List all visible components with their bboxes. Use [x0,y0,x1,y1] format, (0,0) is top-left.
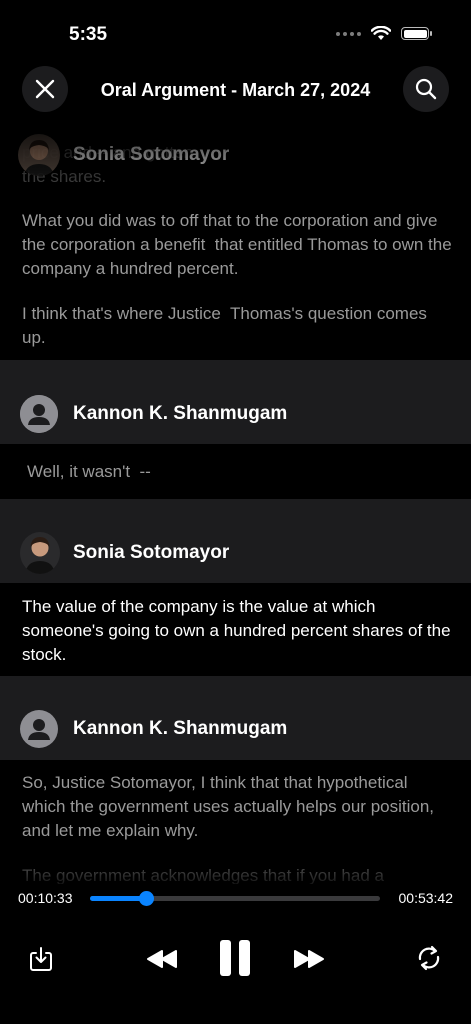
status-time: 5:35 [69,24,108,45]
person-icon [28,404,50,425]
status-icons [336,26,432,41]
battery-icon [401,27,432,40]
avatar [20,710,58,748]
header: Oral Argument - March 27, 2024 [0,66,471,118]
speaker-name: Kannon K. Shanmugam [73,718,288,739]
pause-icon [220,940,250,976]
speaker-photo-icon [20,532,60,574]
speaker-name: Kannon K. Shanmugam [73,403,288,424]
download-icon [30,947,52,971]
speaker-photo-icon [18,134,60,176]
repeat-icon [418,945,440,971]
fast-forward-icon [294,950,324,968]
repeat-button[interactable] [414,943,444,973]
avatar [18,134,60,176]
transcript-paragraph-active: The value of the company is the value at… [22,597,456,664]
avatar [20,532,60,574]
transcript-paragraph: Well, it wasn't -- [27,462,151,481]
transcript-paragraph: What you did was to off that to the corp… [22,211,457,278]
speaker-name: Sonia Sotomayor [73,144,230,165]
status-bar: 5:35 [0,0,471,60]
audio-player: 00:10:33 00:53:42 [0,884,471,1024]
speaker-header [0,360,471,444]
current-time: 00:10:33 [18,890,73,906]
avatar [20,395,58,433]
progress-thumb[interactable] [139,891,155,906]
person-icon [28,719,50,740]
speaker-name: Sonia Sotomayor [73,542,230,563]
cellular-signal-icon [336,31,361,36]
wifi-icon [371,26,391,40]
transcript-paragraph: I think that's where Justice Thomas's qu… [22,304,432,347]
rewind-button[interactable] [144,944,180,974]
pause-button[interactable] [215,936,255,980]
download-button[interactable] [26,944,56,974]
speaker-header [0,499,471,583]
total-time: 00:53:42 [398,890,454,906]
rewind-icon [147,950,177,968]
search-button[interactable] [403,66,449,112]
progress-fill [90,896,147,901]
fast-forward-button[interactable] [291,944,327,974]
search-icon [415,78,437,100]
progress-slider[interactable] [90,891,380,906]
transcript-paragraph: So, Justice Sotomayor, I think that that… [22,773,439,840]
page-title: Oral Argument - March 27, 2024 [100,80,371,100]
